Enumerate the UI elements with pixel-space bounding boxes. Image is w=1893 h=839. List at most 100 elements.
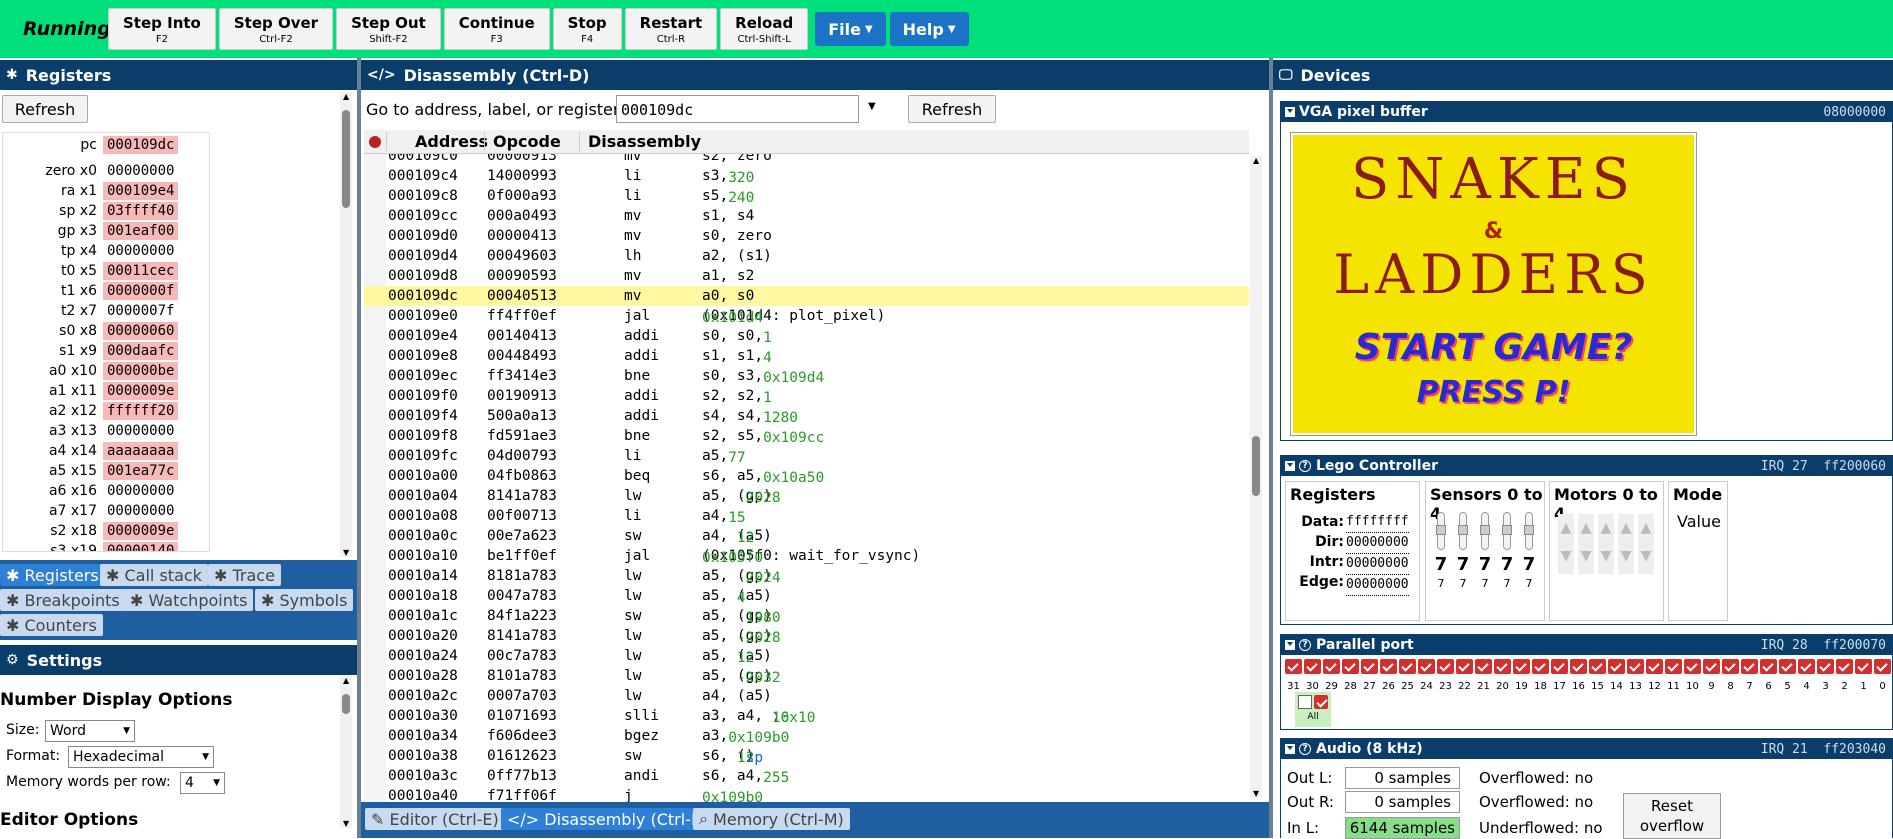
bit-checkbox[interactable]	[1836, 659, 1853, 674]
disassembly-row[interactable]: 000109c4 14000993 li s3, 320	[364, 166, 1249, 186]
help-menu-button[interactable]: Help ▼	[889, 12, 969, 46]
bit-checkbox[interactable]	[1285, 659, 1302, 674]
register-value[interactable]: 00000000	[103, 242, 178, 260]
disassembly-row[interactable]: 000109dc 00040513 mv a0, s0	[364, 286, 1249, 306]
disassembly-row[interactable]: 000109fc 04d00793 li a5, 77	[364, 446, 1249, 466]
register-value[interactable]: 00000000	[103, 482, 178, 500]
bit-checkbox[interactable]	[1665, 659, 1682, 674]
bit-checkbox[interactable]	[1437, 659, 1454, 674]
all-on-checkbox[interactable]	[1314, 695, 1329, 709]
bit-checkbox[interactable]	[1532, 659, 1549, 674]
disassembly-row[interactable]: 000109f0 00190913 addi s2, s2, 1	[364, 386, 1249, 406]
bit-checkbox[interactable]	[1418, 659, 1435, 674]
register-value[interactable]: 000000be	[103, 362, 179, 380]
disassembly-row[interactable]: 00010a40 f71ff06f j 0x109b0	[364, 786, 1249, 802]
disassembly-row[interactable]: 000109f8 fd591ae3 bne s2, s5, 0x109cc	[364, 426, 1249, 446]
bit-checkbox[interactable]	[1361, 659, 1378, 674]
bit-checkbox[interactable]	[1855, 659, 1872, 674]
tab-symbols[interactable]: ✱ Symbols	[255, 589, 354, 611]
restart-button[interactable]: Restart Ctrl-R	[624, 8, 718, 50]
dir-value[interactable]: 00000000	[1346, 533, 1409, 554]
stop-button[interactable]: Stop F4	[552, 8, 622, 50]
register-value[interactable]: 001eaf00	[103, 222, 179, 240]
registers-scrollbar[interactable]: ▲ ▼	[340, 92, 352, 557]
disassembly-row[interactable]: 00010a30 01071693 slli a3, a4, 16 ; 0x10	[364, 706, 1249, 726]
bit-checkbox[interactable]	[1684, 659, 1701, 674]
step-out-button[interactable]: Step Out Shift-F2	[336, 8, 441, 50]
bit-checkbox[interactable]	[1475, 659, 1492, 674]
disassembly-row[interactable]: 000109cc 000a0493 mv s1, s4	[364, 206, 1249, 226]
collapse-icon[interactable]	[1285, 461, 1295, 471]
tab-watchpoints[interactable]: ✱ Watchpoints	[124, 589, 254, 611]
bit-checkbox[interactable]	[1779, 659, 1796, 674]
scroll-down-icon[interactable]: ▼	[343, 548, 349, 557]
disassembly-row[interactable]: 00010a04 8141a783 lw a5, -2028 (gp)	[364, 486, 1249, 506]
disassembly-row[interactable]: 00010a3c 0ff77b13 andi s6, a4, 255	[364, 766, 1249, 786]
register-value[interactable]: 0000009e	[103, 522, 179, 540]
bit-checkbox[interactable]	[1874, 659, 1891, 674]
help-icon[interactable]: ?	[1299, 460, 1311, 472]
edge-value[interactable]: 00000000	[1346, 575, 1409, 596]
register-value[interactable]: 000daafc	[103, 342, 179, 360]
register-value[interactable]: 00000140	[103, 542, 179, 551]
disassembly-row[interactable]: 00010a18 0047a783 lw a5, 4 (a5)	[364, 586, 1249, 606]
goto-input[interactable]: 000109dc	[616, 95, 859, 123]
disassembly-refresh-button[interactable]: Refresh	[908, 95, 996, 123]
tab-disassembly[interactable]: </> Disassembly (Ctrl-D)	[501, 808, 716, 830]
bit-checkbox[interactable]	[1760, 659, 1777, 674]
bit-checkbox[interactable]	[1608, 659, 1625, 674]
bit-checkbox[interactable]	[1798, 659, 1815, 674]
reset-overflow-button[interactable]: Reset overflow	[1623, 793, 1721, 839]
scroll-thumb[interactable]	[1252, 436, 1260, 496]
disassembly-row[interactable]: 000109e8 00448493 addi s1, s1, 4	[364, 346, 1249, 366]
register-value[interactable]: 00000060	[103, 322, 179, 340]
file-menu-button[interactable]: File ▼	[815, 12, 886, 46]
register-value[interactable]: 00000000	[103, 502, 178, 520]
tab-breakpoints[interactable]: ✱ Breakpoints	[0, 589, 126, 611]
disassembly-row[interactable]: 00010a14 8181a783 lw a5, -2024 (gp)	[364, 566, 1249, 586]
register-value[interactable]: 0000007f	[103, 302, 178, 320]
format-select[interactable]: Hexadecimal ▼	[68, 746, 214, 768]
bit-checkbox[interactable]	[1741, 659, 1758, 674]
step-into-button[interactable]: Step Into F2	[108, 8, 216, 50]
bit-checkbox[interactable]	[1817, 659, 1834, 674]
scroll-up-icon[interactable]: ▲	[1253, 156, 1259, 165]
tab-registers[interactable]: ✱ Registers	[0, 564, 105, 586]
register-value[interactable]: 0000000f	[103, 282, 179, 300]
scroll-up-icon[interactable]: ▲	[343, 92, 349, 101]
scroll-down-icon[interactable]: ▼	[1253, 789, 1259, 798]
reload-button[interactable]: Reload Ctrl-Shift-L	[720, 8, 809, 50]
register-value[interactable]: 0000009e	[103, 382, 179, 400]
disassembly-row[interactable]: 000109ec ff3414e3 bne s0, s3, 0x109d4	[364, 366, 1249, 386]
goto-dropdown-icon[interactable]: ▼	[868, 101, 876, 112]
disassembly-scrollbar[interactable]: ▲ ▼	[1250, 156, 1262, 798]
tab-counters[interactable]: ✱ Counters	[0, 614, 103, 636]
disassembly-row[interactable]: 00010a08 00f00713 li a4, 15	[364, 506, 1249, 526]
collapse-icon[interactable]	[1285, 744, 1295, 754]
disassembly-row[interactable]: 000109c8 0f000a93 li s5, 240	[364, 186, 1249, 206]
bit-checkbox[interactable]	[1399, 659, 1416, 674]
bit-checkbox[interactable]	[1570, 659, 1587, 674]
bit-checkbox[interactable]	[1304, 659, 1321, 674]
disassembly-row[interactable]: 000109d8 00090593 mv a1, s2	[364, 266, 1249, 286]
disassembly-row[interactable]: 00010a10 be1ff0ef jal 0x105f0 (0x105f0: wai…	[364, 546, 1249, 566]
scroll-up-icon[interactable]: ▲	[343, 676, 349, 685]
register-value[interactable]: 00000000	[103, 162, 178, 180]
registers-refresh-button[interactable]: Refresh	[2, 95, 88, 123]
bit-checkbox[interactable]	[1627, 659, 1644, 674]
sensor-slider[interactable]	[1524, 512, 1534, 550]
bit-checkbox[interactable]	[1646, 659, 1663, 674]
register-value[interactable]: 001ea77c	[103, 462, 179, 480]
all-off-checkbox[interactable]	[1297, 695, 1312, 709]
continue-button[interactable]: Continue F3	[443, 8, 550, 50]
bit-checkbox[interactable]	[1494, 659, 1511, 674]
disassembly-row[interactable]: 000109d0 00000413 mv s0, zero	[364, 226, 1249, 246]
register-value[interactable]: 000109e4	[103, 182, 179, 200]
sensor-slider[interactable]	[1436, 512, 1446, 550]
disassembly-row[interactable]: 00010a20 8141a783 lw a5, -2028 (gp)	[364, 626, 1249, 646]
disassembly-row[interactable]: 000109e4 00140413 addi s0, s0, 1	[364, 326, 1249, 346]
disassembly-row[interactable]: 00010a34 f606dee3 bgez a3, 0x109b0	[364, 726, 1249, 746]
register-value[interactable]: ffffff20	[103, 402, 179, 420]
bit-checkbox[interactable]	[1342, 659, 1359, 674]
disassembly-row[interactable]: 00010a24 00c7a783 lw a5, 12 (a5)	[364, 646, 1249, 666]
